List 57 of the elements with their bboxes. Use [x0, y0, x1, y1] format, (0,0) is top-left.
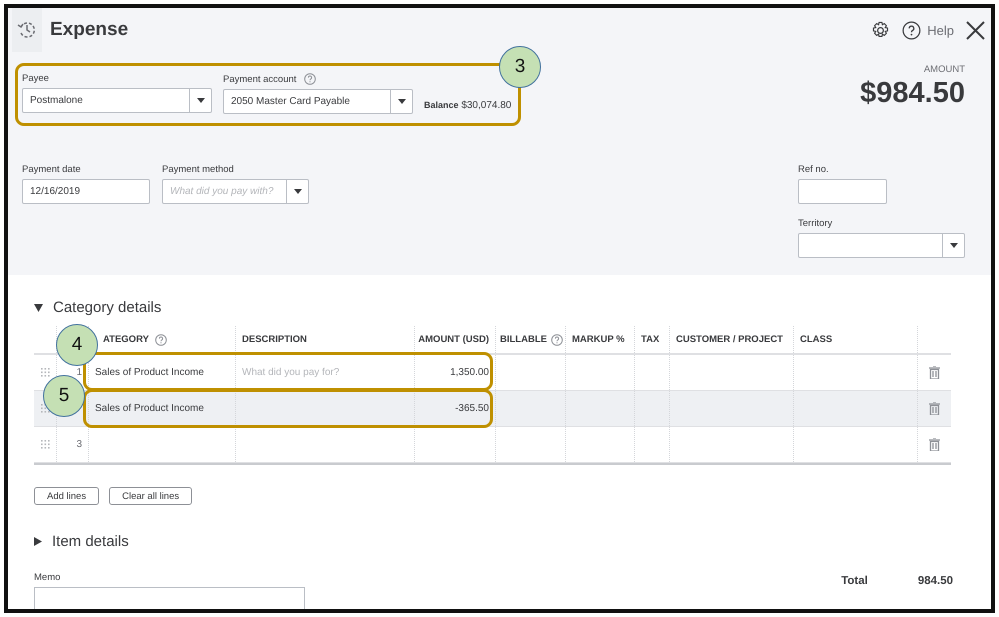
collapse-triangle-icon[interactable] [34, 304, 43, 312]
field-label: Memo [34, 572, 62, 583]
column-header: CUSTOMER / PROJECT [676, 334, 783, 345]
trash-icon[interactable] [929, 438, 940, 451]
row-number: 1 [76, 367, 82, 378]
caret-icon [950, 243, 958, 248]
column-header: DESCRIPTION [242, 334, 307, 345]
help-icon [902, 20, 922, 40]
grip-icon[interactable] [40, 440, 50, 449]
column-header: ATEGORY [103, 334, 149, 345]
caret-icon [196, 98, 204, 103]
amount-label: AMOUNT [924, 64, 965, 75]
expand-triangle-icon[interactable] [34, 537, 42, 546]
amount-value: $984.50 [860, 77, 965, 110]
column-header: TAX [641, 334, 660, 345]
section-title[interactable]: Item details [52, 533, 129, 550]
history-icon [17, 20, 37, 40]
table-button[interactable]: Clear all lines [109, 487, 192, 505]
field-label: Payee [22, 73, 50, 84]
column-header: BILLABLE [500, 334, 547, 345]
column-header: AMOUNT (USD) [418, 334, 489, 345]
territory-dropdown[interactable] [798, 233, 965, 258]
trash-icon[interactable] [929, 366, 940, 379]
field-label: Payment date [22, 164, 82, 175]
settings-icon[interactable] [871, 20, 890, 40]
recent-transactions-button[interactable] [12, 8, 42, 52]
row-number: 3 [76, 439, 82, 450]
field-label: Payment account [223, 74, 296, 84]
help-icon[interactable] [550, 334, 563, 346]
help-icon[interactable] [304, 73, 316, 85]
field-label: Ref no. [798, 164, 829, 175]
table-cell: -365.50 [455, 403, 489, 414]
table-cell: 1,350.00 [450, 367, 489, 378]
help-button[interactable]: Help [902, 20, 954, 40]
column-header: MARKUP % [572, 334, 625, 345]
field-label: Payment method [162, 164, 235, 175]
help-icon[interactable] [154, 334, 167, 346]
total-label: Total [841, 575, 868, 589]
ref-no-field[interactable] [798, 179, 887, 204]
date-field[interactable]: 12/16/2019 [22, 179, 150, 204]
payee-dropdown[interactable]: Postmalone [22, 88, 212, 113]
window-title: Expense [50, 19, 128, 41]
grip-icon[interactable] [40, 368, 50, 377]
total-value: 984.50 [918, 575, 953, 589]
table-cell: Sales of Product Income [95, 367, 204, 378]
balance-text: Balance $30,074.80 [424, 100, 512, 111]
account-dropdown[interactable]: 2050 Master Card Payable [223, 89, 413, 114]
trash-icon[interactable] [929, 402, 940, 415]
caret-icon [294, 189, 302, 194]
close-icon[interactable] [966, 20, 985, 40]
caret-icon [398, 99, 406, 104]
field-label: Territory [798, 218, 832, 229]
memo-field[interactable] [34, 587, 305, 609]
table-button[interactable]: Add lines [34, 487, 100, 505]
table-cell: Sales of Product Income [95, 403, 204, 414]
section-title[interactable]: Category details [53, 299, 162, 316]
column-header: CLASS [800, 334, 832, 345]
